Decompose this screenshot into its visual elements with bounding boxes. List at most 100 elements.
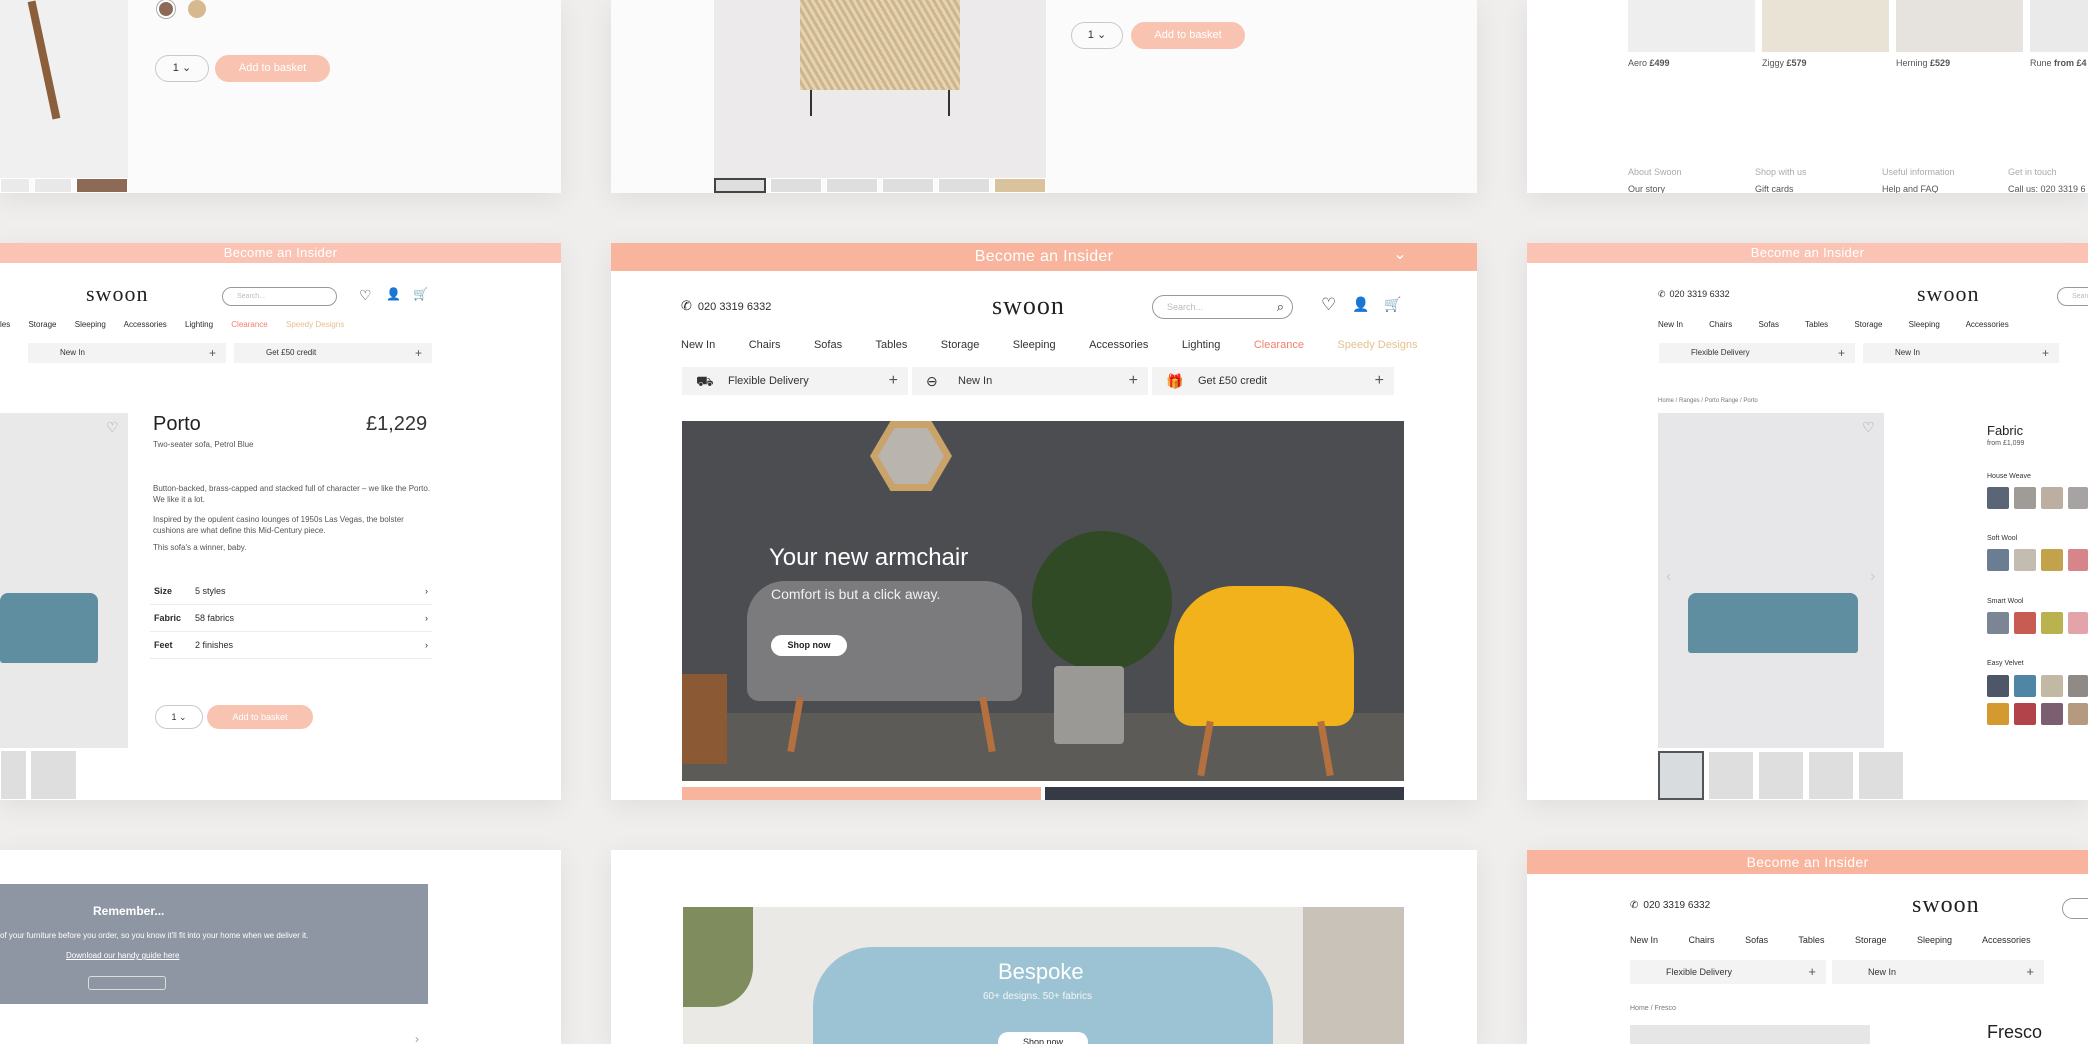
- nav-accessories[interactable]: Accessories: [1982, 935, 2031, 945]
- nav-storage[interactable]: Storage: [1854, 320, 1882, 329]
- nav-sofas[interactable]: les: [0, 320, 10, 329]
- swatch[interactable]: [2068, 487, 2088, 509]
- nav-clearance[interactable]: Clearance: [231, 320, 267, 329]
- benefit-new-in[interactable]: New In +: [28, 343, 226, 363]
- swatch[interactable]: [2041, 675, 2063, 697]
- thumb-2[interactable]: [770, 178, 822, 193]
- thumb-2[interactable]: [34, 178, 72, 193]
- nav-storage[interactable]: Storage: [1855, 935, 1887, 945]
- related-image-4[interactable]: [2030, 0, 2088, 52]
- nav-sleeping[interactable]: Sleeping: [1909, 320, 1940, 329]
- swatch[interactable]: [2041, 612, 2063, 634]
- benefit-new-in[interactable]: ⊖ New In +: [912, 367, 1148, 395]
- chevron-right-icon[interactable]: ›: [415, 1032, 419, 1044]
- chevron-down-icon[interactable]: ⌄: [1393, 243, 1407, 269]
- thumb-1[interactable]: [0, 750, 27, 800]
- swatch[interactable]: [2041, 549, 2063, 571]
- thumb-1[interactable]: [714, 178, 766, 193]
- heart-icon[interactable]: ♡: [1321, 295, 1336, 315]
- nav-sleeping[interactable]: Sleeping: [75, 320, 106, 329]
- swatch[interactable]: [2014, 549, 2036, 571]
- insider-banner[interactable]: Become an Insider: [1527, 850, 2088, 874]
- benefit-flexible-delivery[interactable]: ⛟ Flexible Delivery +: [682, 367, 908, 395]
- promo-tile-peach[interactable]: [682, 787, 1041, 800]
- footer-link-1[interactable]: Our story: [1628, 184, 1665, 193]
- search-input[interactable]: [2062, 898, 2088, 919]
- benefit-flexible-delivery[interactable]: Flexible Delivery +: [1659, 343, 1855, 363]
- thumb-4[interactable]: [882, 178, 934, 193]
- search-icon[interactable]: ⌕: [1277, 296, 1284, 318]
- spec-feet[interactable]: Feet 2 finishes ›: [150, 632, 432, 659]
- spec-fabric[interactable]: Fabric 58 fabrics ›: [150, 605, 432, 632]
- footer-link-2[interactable]: Gift cards: [1755, 184, 1794, 193]
- nav-tables[interactable]: Tables: [1805, 320, 1828, 329]
- qty-select[interactable]: 1 ⌄: [155, 55, 209, 82]
- thumb-2[interactable]: [1708, 751, 1754, 800]
- account-icon[interactable]: 👤: [1352, 296, 1369, 313]
- nav-sofas[interactable]: Sofas: [814, 339, 842, 351]
- benefit-flexible-delivery[interactable]: Flexible Delivery +: [1630, 960, 1826, 984]
- nav-sleeping[interactable]: Sleeping: [1013, 339, 1056, 351]
- swatch[interactable]: [1987, 675, 2009, 697]
- add-to-basket-button[interactable]: Add to basket: [207, 705, 313, 729]
- plus-icon[interactable]: +: [889, 367, 898, 395]
- related-image-2[interactable]: [1762, 0, 1889, 52]
- bespoke-shop-now-button[interactable]: Shop now: [998, 1032, 1088, 1044]
- nav-accessories[interactable]: Accessories: [1966, 320, 2009, 329]
- thumb-1[interactable]: [1658, 751, 1704, 800]
- logo[interactable]: swoon: [86, 281, 148, 307]
- insider-banner[interactable]: Become an Insider ⌄: [611, 243, 1477, 271]
- plus-icon[interactable]: +: [1375, 367, 1384, 395]
- remember-link[interactable]: Download our handy guide here: [66, 951, 179, 960]
- nav-sleeping[interactable]: Sleeping: [1917, 935, 1952, 945]
- thumb-3[interactable]: [76, 178, 128, 193]
- search-input[interactable]: Search...: [2057, 287, 2088, 306]
- benefit-credit[interactable]: Get £50 credit +: [234, 343, 432, 363]
- nav-new-in[interactable]: New In: [1630, 935, 1658, 945]
- nav-chairs[interactable]: Chairs: [749, 339, 781, 351]
- heart-icon[interactable]: ♡: [106, 419, 119, 436]
- nav-new-in[interactable]: New In: [681, 339, 715, 351]
- swatch[interactable]: [2068, 549, 2088, 571]
- swatch[interactable]: [2014, 612, 2036, 634]
- related-item-1[interactable]: Aero £499: [1628, 58, 1670, 68]
- phone[interactable]: ✆ 020 3319 6332: [681, 298, 771, 314]
- swatch[interactable]: [2041, 703, 2063, 725]
- swatch[interactable]: [1987, 703, 2009, 725]
- insider-banner[interactable]: Become an Insider: [1527, 243, 2088, 263]
- related-image-1[interactable]: [1628, 0, 1755, 52]
- nav-new-in[interactable]: New In: [1658, 320, 1683, 329]
- chevron-right-icon[interactable]: ›: [1870, 568, 1875, 586]
- swatch[interactable]: [2068, 703, 2088, 725]
- thumb-1[interactable]: [0, 178, 30, 193]
- basket-icon[interactable]: 🛒: [1384, 296, 1401, 313]
- related-item-2[interactable]: Ziggy £579: [1762, 58, 1807, 68]
- swatch[interactable]: [2068, 612, 2088, 634]
- swatch[interactable]: [2014, 675, 2036, 697]
- account-icon[interactable]: 👤: [386, 287, 401, 301]
- nav-speedy-designs[interactable]: Speedy Designs: [1337, 339, 1417, 351]
- benefit-new-in[interactable]: New In +: [1863, 343, 2059, 363]
- search-input[interactable]: Search...: [222, 287, 337, 306]
- plus-icon[interactable]: +: [1129, 367, 1138, 395]
- shop-now-button[interactable]: Shop now: [771, 635, 847, 656]
- nav-speedy[interactable]: Speedy Designs: [286, 320, 344, 329]
- logo[interactable]: swoon: [1917, 281, 1979, 307]
- swatch[interactable]: [2014, 487, 2036, 509]
- swatch[interactable]: [2014, 703, 2036, 725]
- swatch[interactable]: [1987, 612, 2009, 634]
- heart-icon[interactable]: ♡: [359, 287, 372, 304]
- nav-clearance[interactable]: Clearance: [1254, 339, 1304, 351]
- basket-icon[interactable]: 🛒: [413, 287, 428, 301]
- nav-storage[interactable]: Storage: [941, 339, 980, 351]
- bespoke-banner[interactable]: Bespoke 60+ designs. 50+ fabrics Shop no…: [683, 907, 1404, 1044]
- nav-tables[interactable]: Tables: [1798, 935, 1824, 945]
- nav-accessories[interactable]: Accessories: [124, 320, 167, 329]
- nav-tables[interactable]: Tables: [876, 339, 908, 351]
- insider-banner[interactable]: Become an Insider: [0, 243, 561, 263]
- related-item-4[interactable]: Rune from £4: [2030, 58, 2087, 68]
- swatch-oak[interactable]: [188, 0, 206, 18]
- thumb-3[interactable]: [826, 178, 878, 193]
- thumb-6[interactable]: [994, 178, 1046, 193]
- chevron-left-icon[interactable]: ‹: [1666, 568, 1671, 586]
